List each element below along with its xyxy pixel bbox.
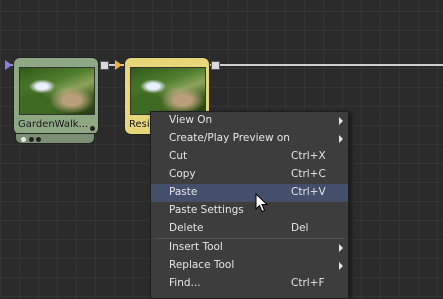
menu-item-shortcut: Ctrl+F bbox=[291, 277, 325, 289]
view-indicator-icon[interactable] bbox=[21, 137, 26, 142]
menu-item-label: Copy bbox=[169, 168, 196, 180]
menu-item-insert-tool[interactable]: Insert Tool bbox=[151, 239, 348, 257]
view-indicator-icon[interactable] bbox=[29, 137, 34, 142]
submenu-arrow-icon bbox=[339, 244, 343, 252]
menu-item-paste-settings[interactable]: Paste Settings bbox=[151, 202, 348, 220]
context-menu: View On Create/Play Preview on Cut Ctrl+… bbox=[150, 111, 349, 299]
output-port-icon[interactable] bbox=[211, 61, 220, 70]
menu-item-label: Paste bbox=[169, 186, 198, 198]
node-thumbnail bbox=[130, 67, 206, 115]
menu-item-label: Cut bbox=[169, 150, 188, 162]
node-gardenwalk[interactable]: GardenWalk... bbox=[14, 58, 98, 134]
mouse-cursor-icon bbox=[255, 193, 269, 213]
menu-item-shortcut: Ctrl+X bbox=[291, 150, 326, 162]
menu-item-label: View On bbox=[169, 114, 213, 126]
menu-item-find[interactable]: Find... Ctrl+F bbox=[151, 275, 348, 293]
submenu-arrow-icon bbox=[339, 135, 343, 143]
menu-item-paste[interactable]: Paste Ctrl+V bbox=[151, 184, 348, 202]
menu-item-replace-tool[interactable]: Replace Tool bbox=[151, 257, 348, 275]
menu-item-copy[interactable]: Copy Ctrl+C bbox=[151, 166, 348, 184]
menu-item-shortcut: Del bbox=[291, 222, 309, 234]
input-port-icon[interactable] bbox=[5, 60, 12, 70]
submenu-arrow-icon bbox=[339, 117, 343, 125]
node-view-tab[interactable] bbox=[16, 134, 94, 143]
menu-item-label: Insert Tool bbox=[169, 241, 223, 253]
menu-item-view-on[interactable]: View On bbox=[151, 112, 348, 130]
menu-item-label: Create/Play Preview on bbox=[169, 132, 290, 144]
menu-item-shortcut: Ctrl+V bbox=[291, 186, 326, 198]
input-port-icon[interactable] bbox=[115, 60, 122, 70]
node-label: GardenWalk... bbox=[18, 119, 89, 130]
menu-item-shortcut: Ctrl+C bbox=[291, 168, 326, 180]
menu-item-label: Paste Settings bbox=[169, 204, 244, 216]
menu-item-label: Find... bbox=[169, 277, 201, 289]
view-indicator-icon[interactable] bbox=[36, 137, 41, 142]
submenu-arrow-icon bbox=[339, 262, 343, 270]
menu-item-cut[interactable]: Cut Ctrl+X bbox=[151, 148, 348, 166]
menu-item-delete[interactable]: Delete Del bbox=[151, 220, 348, 238]
node-status-dot bbox=[90, 126, 95, 131]
menu-item-label: Replace Tool bbox=[169, 259, 235, 271]
menu-item-label: Delete bbox=[169, 222, 204, 234]
menu-item-create-play-preview[interactable]: Create/Play Preview on bbox=[151, 130, 348, 148]
node-thumbnail bbox=[19, 67, 95, 115]
output-port-icon[interactable] bbox=[100, 61, 109, 70]
